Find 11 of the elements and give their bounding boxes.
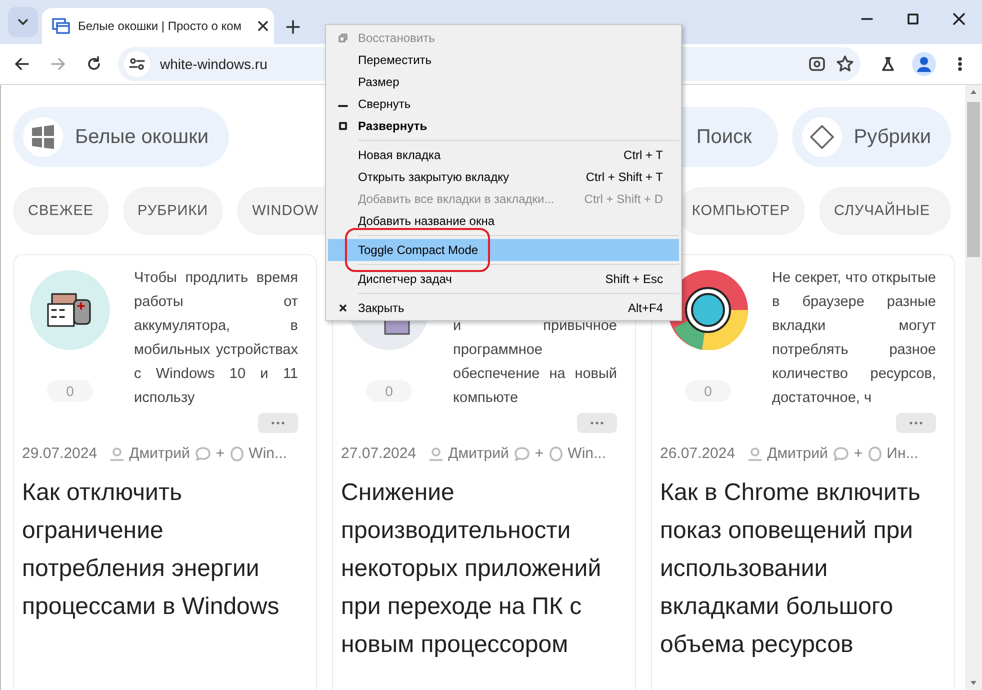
search-label: Поиск: [696, 126, 752, 148]
url-text: white-windows.ru: [160, 56, 268, 72]
post-date: 26.07.2024: [660, 445, 736, 462]
post-date: 29.07.2024: [22, 445, 98, 462]
post-excerpt: и привычное программное обеспечение на новый компьюте: [453, 317, 617, 408]
categories-label: Рубрики: [854, 126, 931, 148]
tab-title: Белые окошки | Просто о ком: [78, 19, 242, 33]
post-excerpt: Чтобы продлить время работы от аккумулятора, в мобильных устройствах с Windows 10 и 11 использу: [134, 269, 298, 408]
post-excerpt: Не секрет, что открытые в браузере разные вкладки могут потреблять разное количество ресурсов, достаточное, ч: [772, 269, 936, 408]
post-date: 27.07.2024: [341, 445, 416, 462]
site-name: Белые окошки: [75, 126, 208, 148]
